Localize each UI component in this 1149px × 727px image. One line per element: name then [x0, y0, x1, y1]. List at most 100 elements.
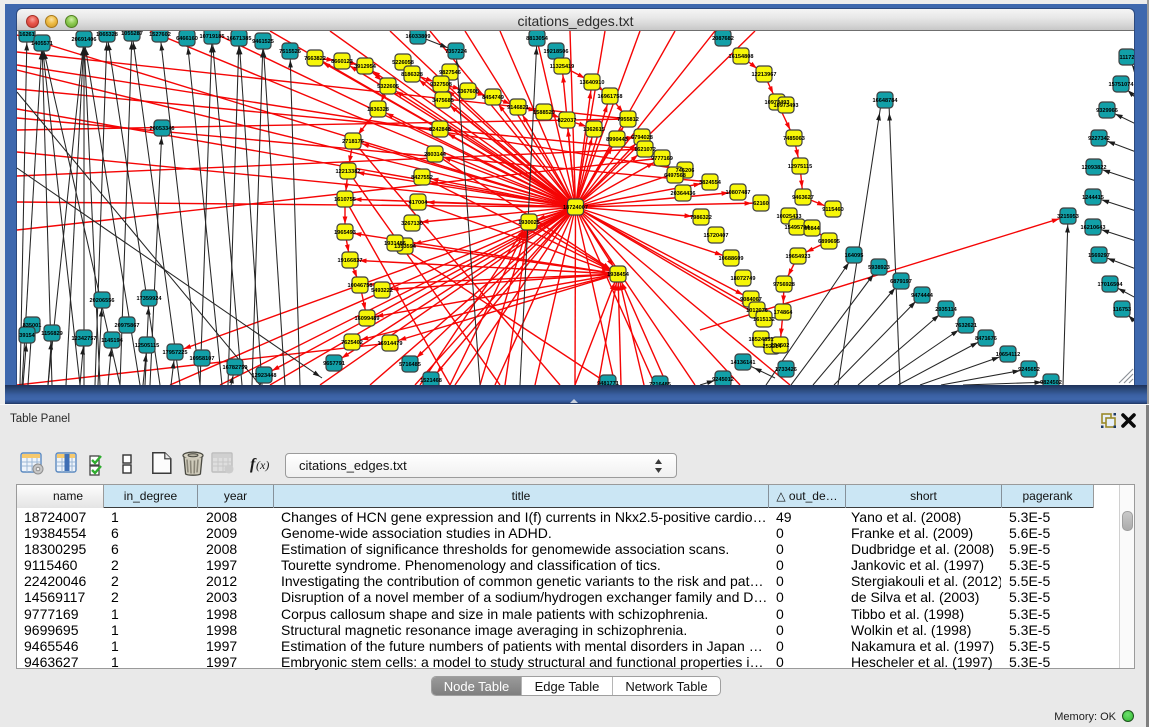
svg-text:15751074: 15751074: [1109, 82, 1134, 88]
svg-text:12213967: 12213967: [752, 72, 777, 78]
svg-text:2367608: 2367608: [457, 89, 479, 95]
svg-text:10025433: 10025433: [777, 214, 802, 220]
svg-text:16648784: 16648784: [873, 98, 899, 104]
svg-text:3475685: 3475685: [432, 98, 454, 104]
svg-text:7955812: 7955812: [617, 117, 639, 123]
svg-text:19654923: 19654923: [786, 254, 811, 260]
svg-text:835001: 835001: [23, 323, 42, 329]
svg-text:11172: 11172: [1120, 55, 1134, 61]
svg-text:1610755: 1610755: [334, 197, 356, 203]
svg-text:19218506: 19218506: [544, 49, 569, 55]
svg-text:12975115: 12975115: [788, 164, 813, 170]
svg-text:39154: 39154: [19, 333, 35, 339]
svg-text:1156829: 1156829: [41, 331, 62, 337]
svg-text:17016504: 17016504: [1098, 282, 1124, 288]
svg-text:10807487: 10807487: [726, 190, 751, 196]
svg-text:6879197: 6879197: [890, 279, 912, 285]
svg-text:16210643: 16210643: [1081, 225, 1106, 231]
svg-text:1938454: 1938454: [607, 272, 630, 278]
svg-text:7663822: 7663822: [304, 56, 326, 62]
svg-text:16782759: 16782759: [223, 365, 248, 371]
svg-text:1931486: 1931486: [384, 241, 406, 247]
svg-text:1362615: 1362615: [583, 127, 605, 133]
svg-text:1930025: 1930025: [518, 220, 540, 226]
svg-text:20691406: 20691406: [72, 37, 97, 43]
svg-text:9474444: 9474444: [911, 293, 934, 299]
svg-text:417004: 417004: [409, 200, 429, 206]
svg-text:9146821: 9146821: [507, 105, 529, 111]
svg-text:9777169: 9777169: [651, 156, 673, 162]
svg-text:16671385: 16671385: [227, 36, 252, 42]
svg-text:20206556: 20206556: [90, 298, 115, 304]
svg-text:9327508: 9327508: [430, 82, 452, 88]
svg-text:9463627: 9463627: [792, 195, 814, 201]
svg-text:15720407: 15720407: [704, 233, 729, 239]
svg-text:1521468: 1521468: [420, 378, 442, 384]
svg-text:20364436: 20364436: [671, 191, 696, 197]
svg-text:1569297: 1569297: [1088, 253, 1110, 259]
svg-text:7625402: 7625402: [341, 340, 363, 346]
svg-text:1965493: 1965493: [334, 230, 356, 236]
svg-text:90844: 90844: [804, 226, 820, 232]
svg-text:9084067: 9084067: [740, 297, 762, 303]
svg-text:8427552: 8427552: [411, 175, 433, 181]
svg-text:1405571: 1405571: [31, 41, 53, 47]
svg-text:1145194: 1145194: [101, 338, 123, 344]
svg-text:16961758: 16961758: [598, 94, 623, 100]
svg-text:11325419: 11325419: [550, 64, 575, 70]
svg-text:10719185: 10719185: [200, 34, 225, 40]
svg-text:10973493: 10973493: [774, 103, 799, 109]
svg-text:7986322: 7986322: [690, 215, 712, 221]
svg-text:1065328: 1065328: [96, 32, 118, 38]
svg-text:3912954: 3912954: [354, 64, 377, 70]
svg-text:12923448: 12923448: [252, 373, 277, 379]
svg-text:9827546: 9827546: [439, 70, 461, 76]
svg-text:8990443: 8990443: [606, 137, 628, 143]
svg-text:1588520: 1588520: [533, 110, 555, 116]
svg-text:822037: 822037: [558, 118, 577, 124]
svg-text:5322605: 5322605: [377, 84, 399, 90]
svg-text:9115460: 9115460: [822, 207, 843, 213]
svg-text:18072749: 18072749: [731, 276, 756, 282]
svg-text:18724007: 18724007: [563, 205, 588, 211]
svg-text:5938923: 5938923: [868, 265, 890, 271]
svg-text:16154808: 16154808: [729, 54, 754, 60]
svg-text:8242848: 8242848: [429, 127, 451, 133]
svg-text:8813054: 8813054: [526, 36, 549, 42]
svg-text:7515526: 7515526: [279, 49, 301, 55]
svg-text:116753: 116753: [1113, 307, 1131, 313]
svg-text:1055287: 1055287: [121, 31, 143, 37]
svg-text:1615132: 1615132: [753, 317, 775, 323]
svg-text:7357224: 7357224: [445, 49, 468, 55]
svg-text:19166827: 19166827: [338, 258, 363, 264]
svg-text:8186328: 8186328: [401, 72, 423, 78]
svg-text:17359924: 17359924: [137, 296, 163, 302]
svg-text:9329966: 9329966: [1096, 108, 1118, 114]
svg-text:1527602: 1527602: [149, 32, 171, 38]
svg-text:3267130: 3267130: [401, 221, 423, 227]
svg-text:9245012: 9245012: [712, 377, 734, 383]
svg-text:174864: 174864: [774, 310, 794, 316]
svg-text:9657791: 9657791: [323, 361, 345, 367]
svg-text:6497568: 6497568: [664, 173, 686, 179]
svg-text:6899695: 6899695: [818, 239, 840, 245]
svg-text:5493222: 5493222: [371, 288, 393, 294]
svg-text:10958107: 10958107: [190, 356, 215, 362]
svg-text:2087682: 2087682: [712, 36, 734, 42]
svg-text:1621072: 1621072: [634, 147, 656, 153]
svg-text:20975867: 20975867: [115, 323, 140, 329]
svg-text:7485063: 7485063: [783, 136, 805, 142]
svg-text:10046758: 10046758: [348, 283, 373, 289]
svg-text:16033809: 16033809: [406, 34, 431, 40]
svg-text:12093822: 12093822: [1082, 165, 1107, 171]
svg-text:1244415: 1244415: [1082, 195, 1104, 201]
svg-text:13640910: 13640910: [580, 80, 605, 86]
svg-text:20053346: 20053346: [150, 126, 175, 132]
svg-text:6466160: 6466160: [176, 36, 198, 42]
svg-text:1733426: 1733426: [775, 367, 797, 373]
svg-text:6794028: 6794028: [631, 135, 653, 141]
svg-text:12213382: 12213382: [336, 169, 361, 175]
svg-text:17957225: 17957225: [163, 350, 188, 356]
svg-text:1836328: 1836328: [367, 107, 389, 113]
svg-text:164095: 164095: [845, 253, 864, 259]
